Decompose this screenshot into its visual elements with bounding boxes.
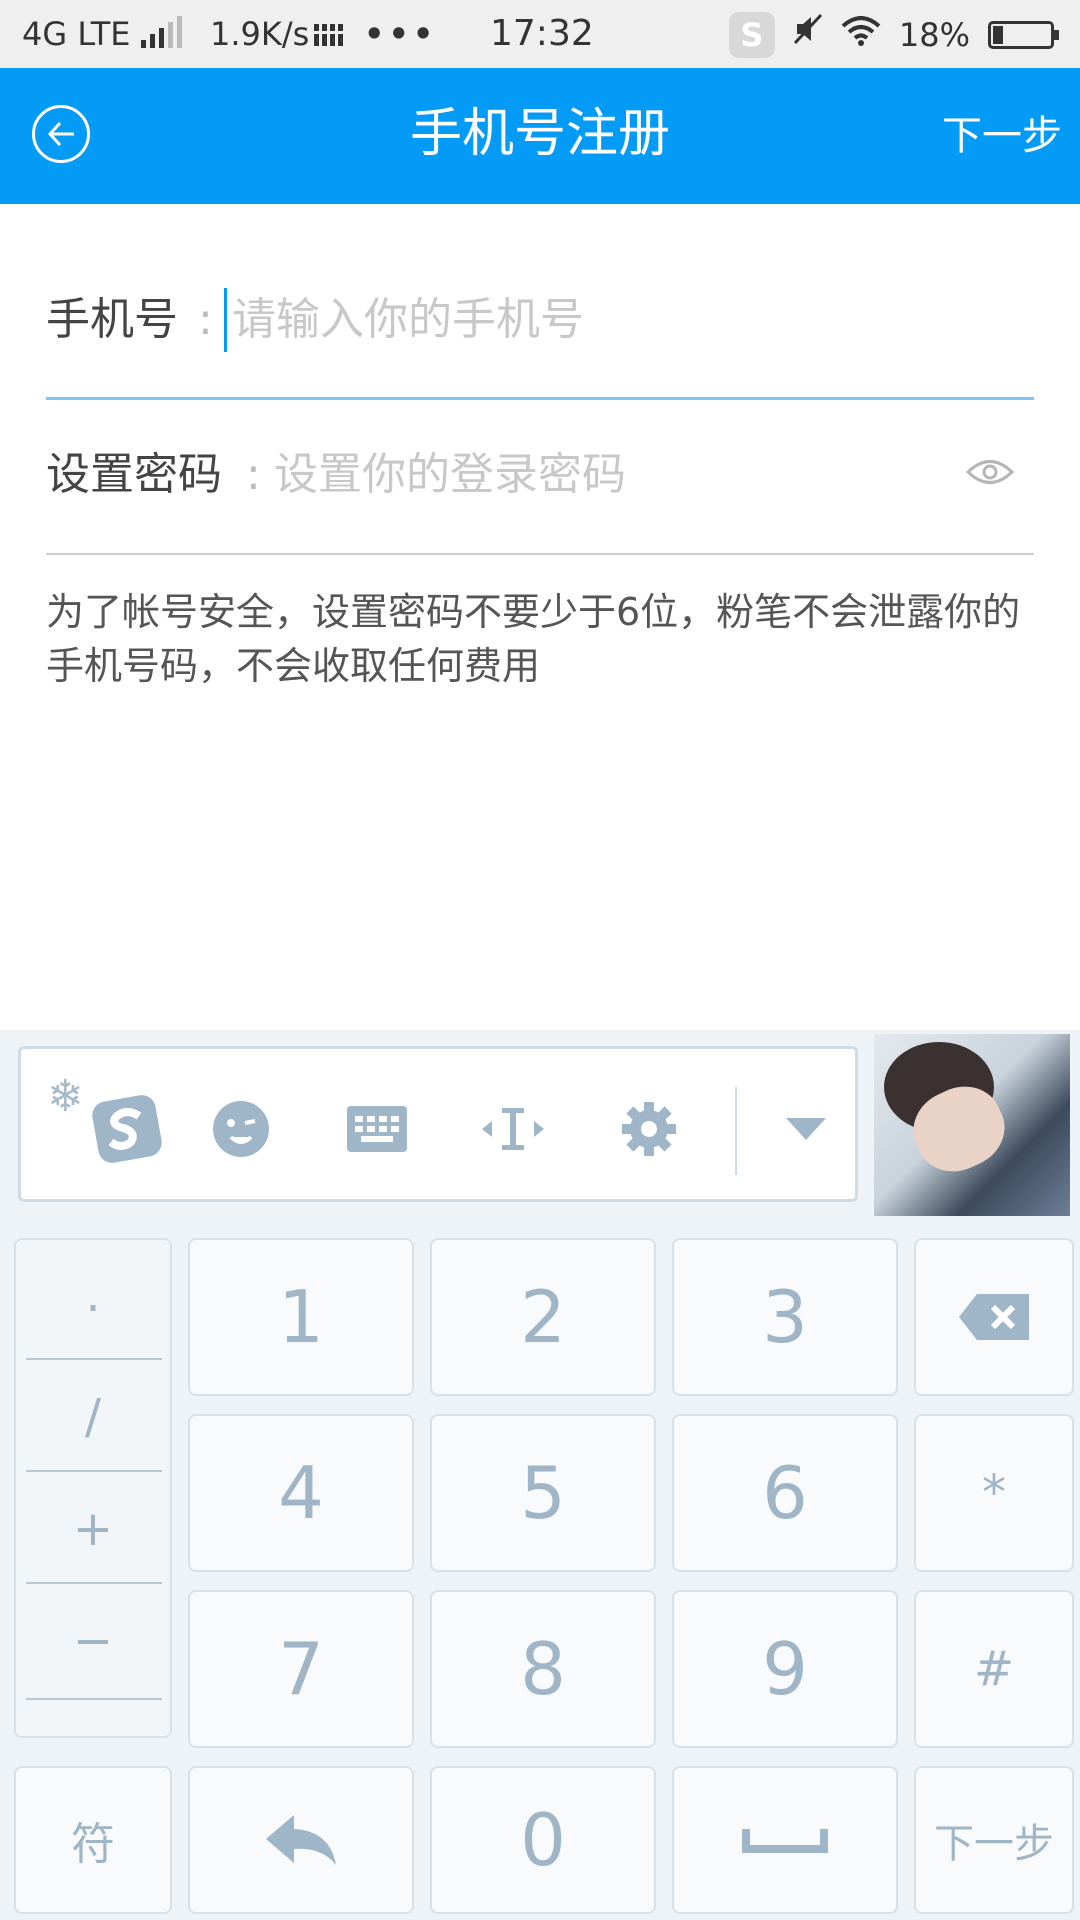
settings-icon[interactable] [599,1089,699,1169]
cursor-move-icon[interactable] [463,1089,563,1169]
sogou-icon: S [728,12,775,58]
space-icon [742,1829,828,1853]
key-star[interactable]: * [914,1414,1074,1572]
key-1[interactable]: 1 [188,1238,414,1396]
column-divider [26,1582,162,1584]
status-right: S 18% [728,12,1059,58]
password-underline [46,553,1034,555]
toolbar-divider [735,1087,737,1175]
more-dots: ••• [364,15,438,53]
space-key[interactable] [672,1766,898,1914]
numeric-keyboard: . / + − 1 2 3 4 5 6 * 7 8 9 # 符 0 下一步 [0,1220,1080,1920]
return-arrow-icon [266,1815,336,1865]
collapse-icon[interactable] [761,1089,851,1169]
toolbar-box: ❄ [18,1046,858,1202]
key-plus[interactable]: + [16,1474,170,1584]
phone-input[interactable]: 请输入你的手机号 [232,290,584,350]
column-divider [26,1698,162,1700]
key-6[interactable]: 6 [672,1414,898,1572]
column-divider [26,1358,162,1360]
signal-icon [140,16,182,48]
security-hint: 为了帐号安全，设置密码不要少于6位，粉笔不会泄露你的手机号码，不会收取任何费用 [46,590,1021,688]
key-slash[interactable]: / [16,1362,170,1472]
app-header: 手机号注册 下一步 [0,68,1080,204]
battery-icon [988,21,1059,49]
network-indicator: 4G LTE [22,12,182,56]
network-speed: 1.9K/s [210,15,310,53]
key-4[interactable]: 4 [188,1414,414,1572]
key-9[interactable]: 9 [672,1590,898,1748]
column-divider [26,1470,162,1472]
emoji-icon[interactable] [191,1089,291,1169]
clock: 17:32 [490,13,594,54]
password-label: 设置密码 [46,449,222,500]
phone-underline [46,397,1034,400]
battery-percent: 18% [898,16,970,54]
sogou-logo-icon[interactable] [77,1089,177,1169]
text-cursor [224,288,227,352]
key-dot[interactable]: . [16,1240,170,1350]
symbol-column[interactable]: . / + − [14,1238,172,1738]
key-3[interactable]: 3 [672,1238,898,1396]
eye-icon[interactable] [965,457,1015,491]
symbols-key[interactable]: 符 [14,1766,172,1914]
grid-icon [314,24,346,46]
password-field-row[interactable]: 设置密码 : 设置你的登录密码 [46,445,1034,555]
key-minus[interactable]: − [16,1586,170,1696]
next-step-button[interactable]: 下一步 [942,108,1062,164]
next-key[interactable]: 下一步 [914,1766,1074,1914]
key-hash[interactable]: # [914,1590,1074,1748]
phone-field-row[interactable]: 手机号 : 请输入你的手机号 [46,288,1034,400]
wifi-icon [841,13,881,57]
key-7[interactable]: 7 [188,1590,414,1748]
mute-icon [793,13,823,58]
return-key[interactable] [188,1766,414,1914]
phone-colon: : [198,294,213,345]
backspace-key[interactable] [914,1238,1074,1396]
key-2[interactable]: 2 [430,1238,656,1396]
phone-label: 手机号 [46,294,178,345]
key-5[interactable]: 5 [430,1414,656,1572]
status-bar: 4G LTE 1.9K/s ••• 17:32 S 18% [0,0,1080,68]
key-8[interactable]: 8 [430,1590,656,1748]
keyboard-icon[interactable] [327,1089,427,1169]
page-title: 手机号注册 [409,104,670,164]
password-colon: : [246,449,261,500]
network-label: 4G LTE [22,15,131,53]
key-0[interactable]: 0 [430,1766,656,1914]
backspace-icon [959,1294,1029,1340]
skin-avatar-image[interactable] [874,1034,1070,1216]
password-input[interactable]: 设置你的登录密码 [274,445,626,505]
